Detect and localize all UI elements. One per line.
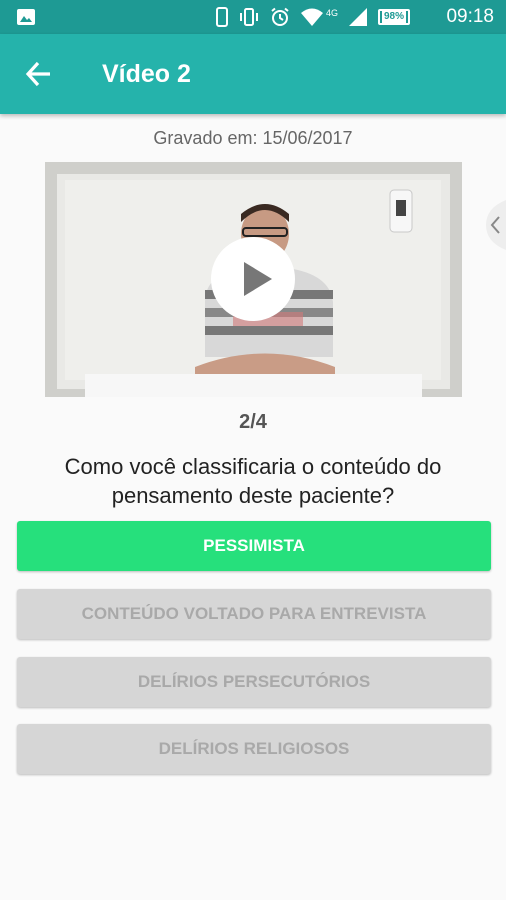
answer-option-label: PESSIMISTA [203,536,305,555]
app-bar: Vídeo 2 [0,34,506,114]
answer-option-2[interactable]: CONTEÚDO VOLTADO PARA ENTREVISTA [17,589,491,639]
status-bar: 4G 98% 09:18 [0,0,506,34]
battery-icon: 98% [377,9,410,25]
answer-option-label: DELÍRIOS PERSECUTÓRIOS [137,672,371,691]
question-text: Como você classificaria o conteúdo do pe… [64,454,442,508]
clock: 09:18 [446,6,494,27]
video-player[interactable] [45,162,462,397]
back-arrow-icon[interactable] [24,60,54,88]
alarm-icon [271,7,289,26]
question-counter: 2/4 [239,411,267,433]
answer-option-3[interactable]: DELÍRIOS PERSECUTÓRIOS [17,657,491,707]
answer-option-label: DELÍRIOS RELIGIOSOS [158,739,350,758]
answer-option-1[interactable]: PESSIMISTA [17,521,491,571]
signal-icon [348,8,367,26]
answer-option-4[interactable]: DELÍRIOS RELIGIOSOS [17,724,491,774]
vibrate-icon [239,8,258,26]
chevron-left-icon[interactable] [480,200,506,250]
play-button-icon[interactable] [210,236,296,322]
network-type: 4G [325,8,338,18]
answer-option-label: CONTEÚDO VOLTADO PARA ENTREVISTA [81,604,427,623]
recorded-date: Gravado em: 15/06/2017 [153,128,353,148]
image-icon [17,9,35,25]
phone-icon [215,7,228,27]
page-title: Vídeo 2 [102,60,191,88]
battery-level: 98% [381,11,406,23]
wifi-icon [300,8,323,26]
